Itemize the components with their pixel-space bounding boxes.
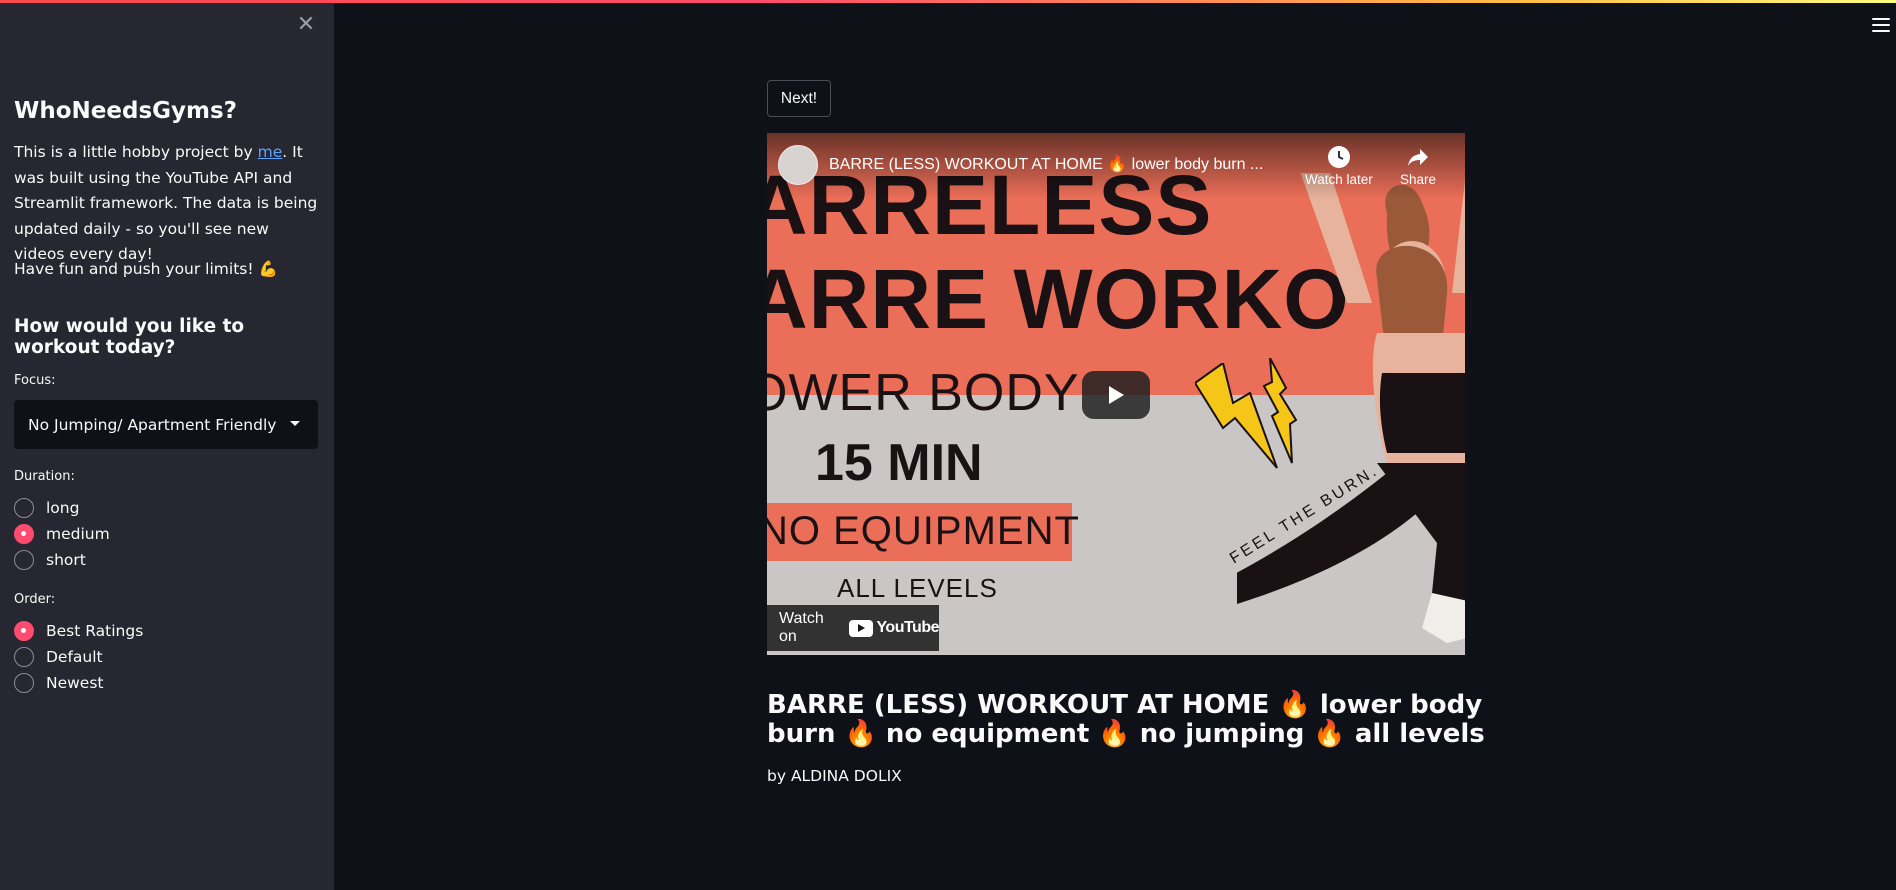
youtube-play-icon bbox=[849, 619, 874, 637]
intro-text-start: This is a little hobby project by bbox=[14, 143, 258, 161]
watch-later-label: Watch later bbox=[1305, 172, 1373, 187]
watch-later-button[interactable]: Watch later bbox=[1305, 145, 1373, 187]
order-option-best-ratings[interactable]: Best Ratings bbox=[14, 618, 143, 644]
radio-button[interactable] bbox=[14, 647, 34, 667]
radio-button-selected[interactable] bbox=[14, 621, 34, 641]
chevron-down-icon bbox=[290, 421, 300, 426]
order-option-newest[interactable]: Newest bbox=[14, 670, 143, 696]
order-label: Order: bbox=[14, 592, 56, 607]
order-option-default[interactable]: Default bbox=[14, 644, 143, 670]
share-label: Share bbox=[1400, 172, 1437, 187]
order-radio-group: Best Ratings Default Newest bbox=[14, 618, 143, 696]
hamburger-menu-icon[interactable] bbox=[1872, 18, 1890, 34]
thumbnail-text-line: NO EQUIPMENT bbox=[767, 509, 1080, 553]
workout-person-image bbox=[1237, 173, 1465, 643]
play-icon[interactable] bbox=[1082, 371, 1150, 419]
focus-select[interactable]: No Jumping/ Apartment Friendly bbox=[14, 400, 318, 449]
channel-avatar[interactable] bbox=[778, 145, 818, 185]
close-icon[interactable]: ✕ bbox=[295, 14, 317, 36]
thumbnail-text-line: 15 MIN bbox=[815, 434, 983, 492]
app-title: WhoNeedsGyms? bbox=[14, 98, 238, 124]
watch-on-youtube-button[interactable]: Watch on YouTube bbox=[767, 605, 939, 651]
order-option-label: Newest bbox=[46, 674, 104, 692]
top-decoration-bar bbox=[0, 0, 1896, 3]
share-icon bbox=[1408, 149, 1429, 166]
radio-button[interactable] bbox=[14, 673, 34, 693]
watch-on-label: Watch on bbox=[779, 610, 824, 645]
radio-button-selected[interactable] bbox=[14, 524, 34, 544]
sidebar: ✕ WhoNeedsGyms? This is a little hobby p… bbox=[0, 0, 334, 890]
duration-label: Duration: bbox=[14, 469, 75, 484]
order-option-label: Best Ratings bbox=[46, 622, 144, 640]
next-button[interactable]: Next! bbox=[767, 80, 831, 117]
intro-text-end: . It was built using the YouTube API and… bbox=[14, 143, 318, 263]
focus-select-value: No Jumping/ Apartment Friendly bbox=[28, 415, 277, 434]
player-video-title[interactable]: BARRE (LESS) WORKOUT AT HOME 🔥 lower bod… bbox=[829, 154, 1263, 174]
duration-radio-group: long medium short bbox=[14, 495, 110, 573]
me-link[interactable]: me bbox=[258, 143, 283, 161]
duration-option-label: long bbox=[46, 499, 80, 517]
duration-option-label: medium bbox=[46, 525, 110, 543]
focus-label: Focus: bbox=[14, 373, 56, 388]
duration-option-medium[interactable]: medium bbox=[14, 521, 110, 547]
order-option-label: Default bbox=[46, 648, 103, 666]
video-title: BARRE (LESS) WORKOUT AT HOME 🔥 lower bod… bbox=[767, 690, 1485, 749]
youtube-video-player[interactable]: ARRELESS ARRE WORKO OWER BODY 15 MIN NO … bbox=[767, 133, 1465, 655]
clock-icon bbox=[1327, 146, 1350, 168]
duration-option-short[interactable]: short bbox=[14, 547, 110, 573]
thumbnail-text-line: OWER BODY bbox=[767, 364, 1080, 422]
workout-question-heading: How would you like to workout today? bbox=[14, 316, 245, 358]
share-button[interactable]: Share bbox=[1400, 145, 1436, 187]
intro-text: This is a little hobby project by me. It… bbox=[14, 140, 324, 268]
thumbnail-text-line: ALL LEVELS bbox=[837, 573, 998, 603]
youtube-logo: YouTube bbox=[849, 619, 939, 637]
radio-button[interactable] bbox=[14, 550, 34, 570]
duration-option-long[interactable]: long bbox=[14, 495, 110, 521]
youtube-logo-text: YouTube bbox=[876, 619, 939, 636]
video-author: by ALDINA DOLIX bbox=[767, 767, 902, 785]
radio-button[interactable] bbox=[14, 498, 34, 518]
fun-text: Have fun and push your limits! 💪 bbox=[14, 260, 278, 278]
duration-option-label: short bbox=[46, 551, 86, 569]
